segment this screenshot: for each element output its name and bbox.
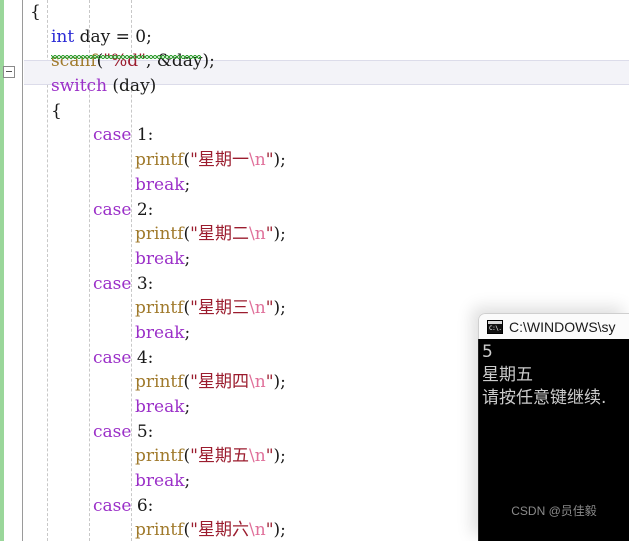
code-token: "星期五 [190, 446, 249, 467]
code-line[interactable]: switch (day) [0, 74, 629, 99]
code-token: case [93, 495, 132, 516]
code-line[interactable]: printf("星期二\n"); [0, 222, 629, 247]
code-token: " [265, 298, 274, 319]
code-token: break [135, 322, 185, 343]
code-token: ); [273, 150, 286, 171]
code-token: "星期一 [190, 150, 249, 171]
console-output-line: 请按任意键继续. [482, 388, 607, 408]
code-token: (day) [107, 76, 157, 97]
code-token: \n [249, 520, 266, 541]
code-token: 3: [131, 273, 154, 294]
code-token: " [265, 224, 274, 245]
code-token: 6: [131, 495, 154, 516]
code-token: \n [249, 298, 266, 319]
console-window-icon [487, 319, 503, 334]
code-token: " [265, 372, 274, 393]
code-line[interactable]: { [0, 99, 629, 124]
code-token: \n [249, 372, 266, 393]
code-token: ; [184, 174, 191, 195]
code-token: break [135, 397, 185, 417]
code-token: "星期二 [190, 224, 249, 245]
code-token: ); [273, 372, 286, 393]
code-token: ); [273, 298, 286, 319]
code-token: 1: [131, 125, 154, 146]
code-token: case [93, 125, 132, 146]
code-token: " [265, 520, 274, 541]
error-squiggle-underline [51, 55, 201, 59]
code-token: printf [135, 150, 184, 171]
code-token: printf [135, 224, 184, 245]
code-token: ; [184, 248, 191, 269]
code-token: \n [249, 224, 266, 245]
code-token: int [51, 26, 75, 47]
code-token: printf [135, 372, 184, 393]
code-token: day = 0; [74, 26, 152, 47]
code-token: " [265, 446, 274, 467]
code-token: case [93, 347, 132, 368]
code-token: printf [135, 446, 184, 467]
console-title-bar[interactable]: C:\WINDOWS\sy [478, 313, 629, 339]
code-line[interactable]: { [0, 0, 629, 25]
code-line[interactable]: scanf("%d", &day); [0, 49, 629, 74]
code-line[interactable]: case 2: [0, 198, 629, 223]
code-line[interactable]: case 1: [0, 123, 629, 148]
console-output-line: 星期五 [482, 365, 533, 385]
console-window[interactable]: C:\WINDOWS\sy 5 星期五 请按任意键继续. CSDN @员佳毅 [478, 313, 629, 541]
code-token: printf [135, 298, 184, 319]
code-token: ; [184, 322, 191, 343]
code-token: 2: [131, 199, 154, 220]
console-title-text: C:\WINDOWS\sy [509, 318, 616, 335]
code-token: { [30, 2, 41, 22]
watermark: CSDN @员佳毅 [511, 504, 597, 518]
code-token: ); [273, 520, 286, 541]
code-line[interactable]: int day = 0; [0, 25, 629, 50]
code-token: 5: [131, 421, 154, 442]
code-token: \n [249, 446, 266, 467]
code-token: ); [273, 224, 286, 245]
code-line[interactable]: break; [0, 247, 629, 272]
code-token: \n [249, 150, 266, 171]
code-token: "星期三 [190, 298, 249, 319]
code-token: 4: [131, 347, 154, 368]
code-token: case [93, 273, 132, 294]
code-token: case [93, 421, 132, 442]
console-output-line: 5 [482, 342, 493, 362]
code-token: "星期六 [190, 520, 249, 541]
code-token: case [93, 199, 132, 220]
code-token: ); [273, 446, 286, 467]
code-token: ; [184, 471, 191, 492]
code-token: " [265, 150, 274, 171]
code-line[interactable]: case 3: [0, 272, 629, 297]
console-output-area[interactable]: 5 星期五 请按任意键继续. CSDN @员佳毅 [478, 339, 629, 541]
code-token: "星期四 [190, 372, 249, 393]
code-token: break [135, 248, 185, 269]
code-token: break [135, 471, 185, 492]
code-token: { [51, 100, 62, 121]
code-line[interactable]: break; [0, 173, 629, 198]
code-token: printf [135, 520, 184, 541]
code-token: ; [184, 397, 191, 417]
code-line[interactable]: printf("星期一\n"); [0, 148, 629, 173]
code-token: break [135, 174, 185, 195]
code-token: switch [51, 76, 108, 97]
